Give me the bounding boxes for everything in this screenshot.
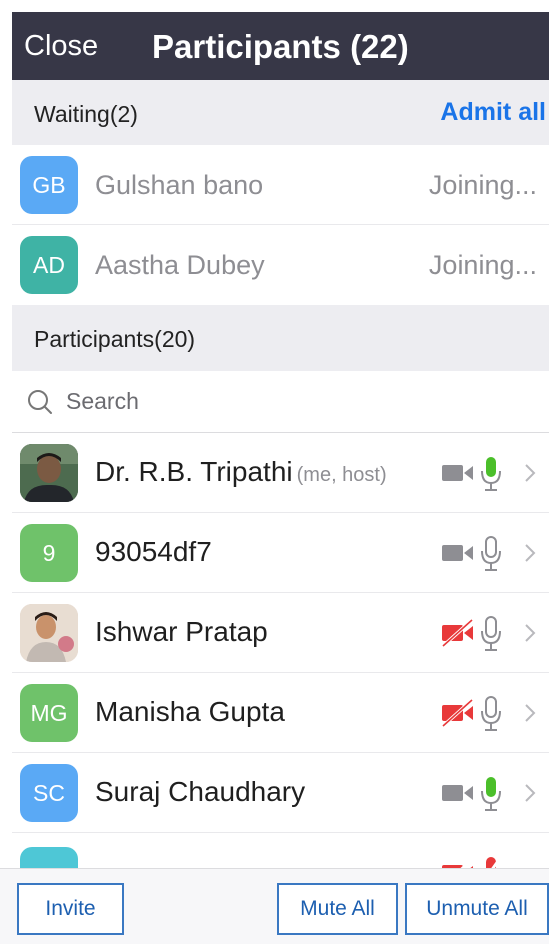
joining-status: Joining...: [428, 250, 537, 280]
participant-name: Suraj Chaudhary: [95, 776, 306, 807]
participant-row[interactable]: Ishwar Pratap: [12, 593, 549, 673]
mic-muted-icon[interactable]: [479, 615, 503, 653]
avatar: MG: [20, 684, 78, 742]
header-bar: Close Participants (22): [12, 12, 549, 80]
joining-status: Joining...: [428, 170, 537, 200]
participant-row[interactable]: MG Manisha Gupta: [12, 673, 549, 753]
search-icon: [28, 390, 52, 414]
chevron-right-icon[interactable]: [523, 702, 537, 724]
status-strip: [0, 0, 549, 12]
participant-name: Dr. R.B. Tripathi (me, host): [95, 456, 387, 487]
waiting-name: Aastha Dubey: [95, 250, 265, 280]
participant-row[interactable]: 9 93054df7: [12, 513, 549, 593]
status-icons: [435, 833, 545, 868]
avatar: [20, 604, 78, 662]
video-off-icon[interactable]: [441, 698, 475, 728]
status-icons: [435, 433, 545, 513]
person-photo-icon: [20, 604, 78, 662]
video-off-icon[interactable]: [441, 618, 475, 648]
invite-button[interactable]: Invite: [17, 883, 124, 935]
mic-muted-icon[interactable]: [479, 695, 503, 733]
mute-all-button[interactable]: Mute All: [277, 883, 398, 935]
participant-row[interactable]: Dr. R.B. Tripathi (me, host): [12, 433, 549, 513]
participants-label: Participants(20): [34, 326, 196, 352]
host-suffix: (me, host): [296, 464, 387, 486]
unmute-all-button[interactable]: Unmute All: [405, 883, 549, 935]
close-button[interactable]: Close: [24, 30, 98, 63]
status-icons: [435, 673, 545, 753]
waiting-name: Gulshan bano: [95, 170, 264, 200]
waiting-row[interactable]: GB Gulshan bano Joining...: [12, 145, 549, 225]
mic-on-icon[interactable]: [479, 775, 503, 813]
video-on-icon[interactable]: [441, 778, 475, 808]
participant-name: 93054df7: [95, 536, 212, 567]
search-bar: [12, 371, 549, 433]
admit-all-button[interactable]: Admit all: [440, 98, 546, 127]
waiting-label: Waiting(2): [34, 101, 138, 127]
avatar: SC: [20, 764, 78, 822]
mic-muted-icon[interactable]: [479, 855, 503, 868]
mic-muted-icon[interactable]: [479, 535, 503, 573]
avatar: AD: [20, 236, 78, 294]
waiting-row[interactable]: AD Aastha Dubey Joining...: [12, 225, 549, 305]
video-off-icon[interactable]: [441, 858, 475, 868]
video-on-icon[interactable]: [441, 538, 475, 568]
status-icons: [435, 513, 545, 593]
chevron-right-icon[interactable]: [523, 462, 537, 484]
avatar: 9: [20, 524, 78, 582]
chevron-right-icon[interactable]: [523, 782, 537, 804]
page-title: Participants (22): [152, 28, 409, 65]
waiting-section-header: Waiting(2) Admit all: [12, 80, 549, 145]
search-input[interactable]: [66, 384, 466, 418]
status-icons: [435, 593, 545, 673]
bottom-action-bar: Invite Mute All Unmute All: [0, 868, 549, 944]
chevron-right-icon[interactable]: [523, 622, 537, 644]
avatar: [20, 444, 78, 502]
participants-section-header: Participants(20): [12, 305, 549, 371]
avatar: GB: [20, 156, 78, 214]
participant-row[interactable]: SC Suraj Chaudhary: [12, 753, 549, 833]
mic-on-icon[interactable]: [479, 455, 503, 493]
video-on-icon[interactable]: [441, 458, 475, 488]
participant-name: Manisha Gupta: [95, 696, 285, 727]
person-photo-icon: [20, 444, 78, 502]
chevron-right-icon[interactable]: [523, 542, 537, 564]
participant-name: Ishwar Pratap: [95, 616, 268, 647]
participant-row-partial[interactable]: [12, 833, 549, 868]
avatar: [20, 847, 78, 868]
status-icons: [435, 753, 545, 833]
